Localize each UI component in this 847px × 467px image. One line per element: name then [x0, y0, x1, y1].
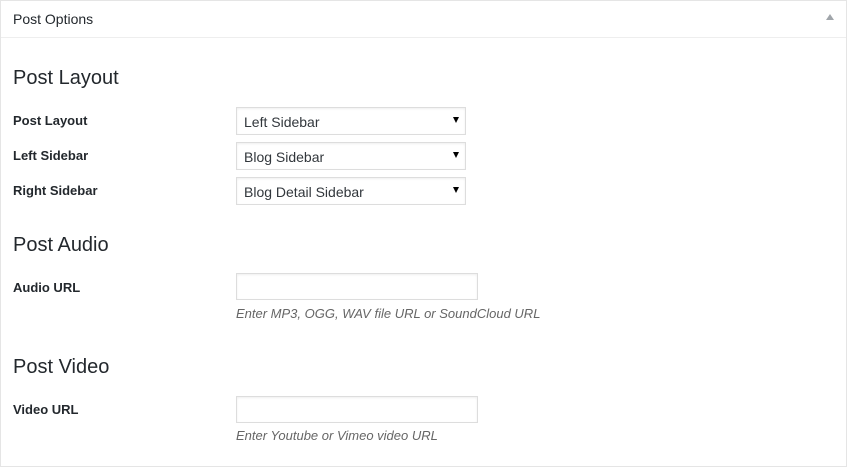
right-sidebar-select[interactable]: Blog Detail Sidebar — [236, 177, 466, 205]
dropdown-arrow-icon — [453, 187, 459, 193]
audio-url-description: Enter MP3, OGG, WAV file URL or SoundClo… — [236, 306, 541, 321]
section-heading-post-layout: Post Layout — [13, 67, 119, 89]
field-label-right-sidebar: Right Sidebar — [13, 183, 98, 198]
section-heading-post-audio: Post Audio — [13, 234, 109, 256]
triangle-up-icon[interactable] — [826, 14, 834, 20]
post-options-panel: Post Options Post Layout Post Layout Lef… — [0, 0, 847, 467]
post-layout-select[interactable]: Left Sidebar — [236, 107, 466, 135]
field-label-audio-url: Audio URL — [13, 280, 81, 295]
field-label-post-layout: Post Layout — [13, 113, 88, 128]
field-label-left-sidebar: Left Sidebar — [13, 148, 89, 163]
dropdown-arrow-icon — [453, 117, 459, 123]
video-url-input[interactable] — [236, 396, 478, 423]
video-url-description: Enter Youtube or Vimeo video URL — [236, 428, 438, 443]
section-heading-post-video: Post Video — [13, 356, 110, 378]
panel-header[interactable]: Post Options — [1, 1, 846, 38]
select-value: Left Sidebar — [244, 114, 320, 130]
left-sidebar-select[interactable]: Blog Sidebar — [236, 142, 466, 170]
audio-url-input[interactable] — [236, 273, 478, 300]
dropdown-arrow-icon — [453, 152, 459, 158]
select-value: Blog Sidebar — [244, 149, 325, 165]
panel-title: Post Options — [13, 11, 94, 27]
select-value: Blog Detail Sidebar — [244, 184, 364, 200]
field-label-video-url: Video URL — [13, 402, 79, 417]
